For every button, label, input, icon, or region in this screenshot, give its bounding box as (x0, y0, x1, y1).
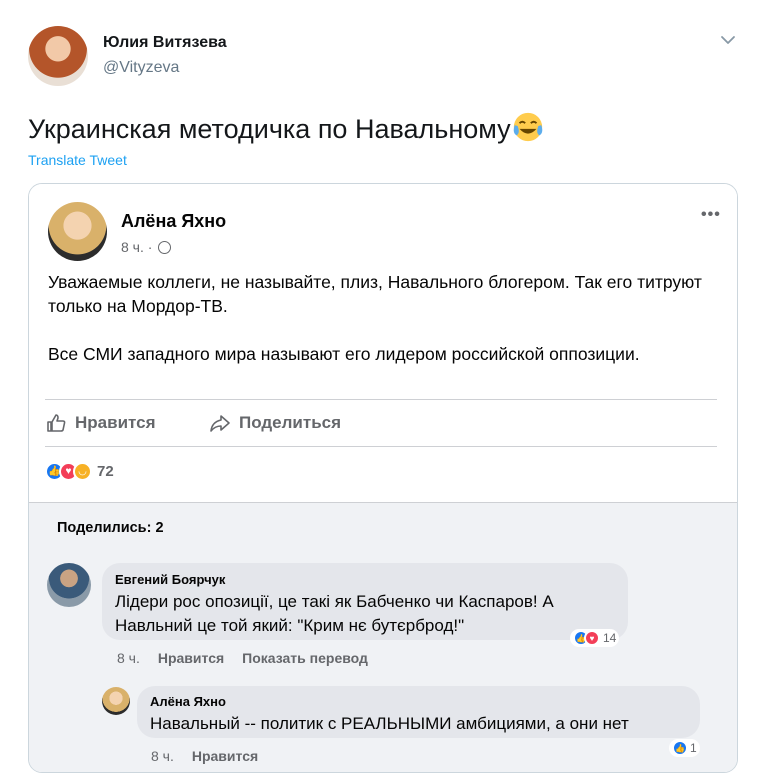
tweet-text-content: Украинская методичка по Навальному (28, 114, 511, 144)
reply-meta: 8 ч. Нравится (151, 748, 258, 764)
reply-like-link: Нравится (191, 748, 259, 764)
divider (45, 399, 717, 400)
comment-text: Лідери рос опозиції, це такі як Бабченко… (115, 592, 554, 635)
fb-author-name: Алёна Яхно (121, 211, 227, 231)
fb-post-body: Уважаемые коллеги, не называйте, плиз, Н… (48, 270, 708, 390)
reply-author-name: Алёна Яхно (150, 694, 226, 709)
fb-author-avatar (48, 202, 107, 261)
fb-share-label: Поделиться (239, 413, 342, 432)
translate-tweet-link[interactable]: Translate Tweet (28, 152, 127, 168)
fb-shared-count: Поделились: 2 (57, 520, 164, 536)
divider (45, 446, 717, 447)
tears-of-joy-emoji-icon (513, 112, 542, 142)
more-options-icon: ••• (701, 206, 721, 223)
reply-bubble: Алёна Яхно Навальный -- политик с РЕАЛЬН… (137, 686, 700, 738)
fb-post-paragraph: Уважаемые коллеги, не называйте, плиз, Н… (48, 272, 702, 316)
reply-author-avatar (102, 687, 130, 715)
share-arrow-icon (210, 415, 230, 432)
fb-comments-area: Поделились: 2 Евгений Боярчук Лідери рос… (29, 502, 737, 772)
tweet-text: Украинская методичка по Навальному (28, 110, 545, 145)
comment-bubble: Евгений Боярчук Лідери рос опозиції, це … (102, 563, 628, 640)
fb-reactions: 👍 ♥ ◡ 72 (45, 462, 114, 481)
tweet-author-name[interactable]: Юлия Витязева (103, 34, 227, 52)
fb-like-label: Нравится (75, 413, 156, 432)
fb-share-action: Поделиться (209, 412, 341, 434)
reply-reaction-count: 1 (690, 741, 697, 755)
fb-post-paragraph: Все СМИ западного мира называют его лиде… (48, 344, 640, 364)
fb-post: Алёна Яхно 8 ч. · ••• Уважаемые коллеги,… (29, 184, 737, 502)
reply-text: Навальный -- политик с РЕАЛЬНЫМИ амбиция… (150, 714, 629, 733)
embedded-image-card[interactable]: Алёна Яхно 8 ч. · ••• Уважаемые коллеги,… (28, 183, 738, 773)
haha-reaction-icon: ◡ (73, 462, 92, 481)
fb-post-meta: 8 ч. · (121, 239, 172, 255)
thumbs-up-icon (47, 414, 66, 432)
chevron-down-icon[interactable] (718, 30, 738, 50)
comment-author-avatar (47, 563, 91, 607)
comment-author-name: Евгений Боярчук (115, 572, 226, 587)
comment-reaction-count: 14 (603, 631, 617, 645)
fb-like-action: Нравится (45, 412, 156, 434)
globe-icon (158, 241, 172, 254)
love-reaction-icon: ♥ (584, 630, 600, 646)
fb-post-time: 8 ч. · (121, 239, 153, 255)
comment-reactions: 👍 ♥ 14 (570, 629, 620, 647)
reply-reactions: 👍 1 (669, 739, 700, 757)
tweet-author-avatar[interactable] (28, 26, 88, 86)
tweet-author-handle[interactable]: @Vityzeva (103, 59, 179, 77)
comment-time: 8 ч. (117, 650, 140, 666)
comment-translate-link: Показать перевод (242, 650, 368, 666)
like-reaction-icon: 👍 (672, 740, 688, 756)
reply-time: 8 ч. (151, 748, 174, 764)
comment-meta: 8 ч. Нравится Показать перевод (117, 650, 368, 666)
fb-reaction-count: 72 (97, 463, 114, 480)
comment-like-link: Нравится (157, 650, 225, 666)
